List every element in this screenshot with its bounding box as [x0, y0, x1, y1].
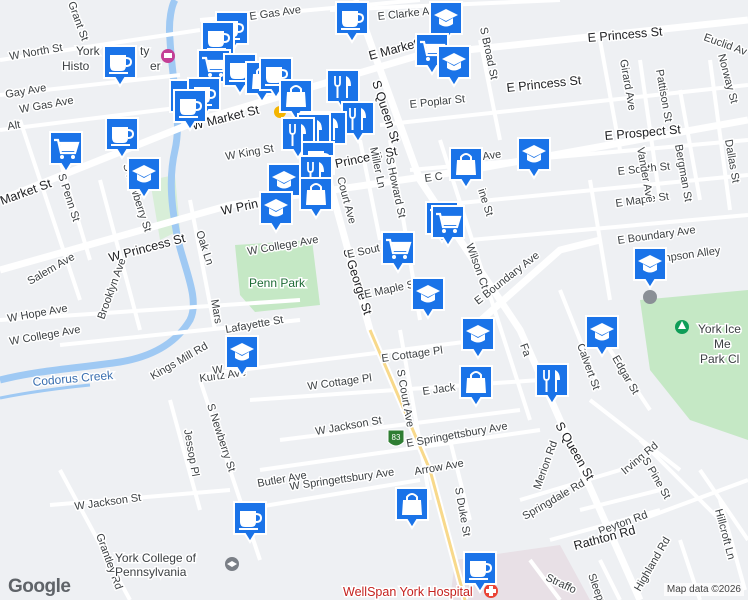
education-marker[interactable] — [126, 156, 162, 200]
coffee-marker[interactable] — [104, 116, 140, 160]
shopping-cart-icon — [50, 132, 82, 172]
marker-layer — [0, 0, 748, 600]
coffee-cup-icon — [464, 552, 496, 592]
shopping-cart-icon — [382, 232, 414, 272]
shopping-bag-icon — [450, 148, 482, 188]
coffee-cup-icon — [234, 502, 266, 542]
graduation-cap-icon — [412, 278, 444, 318]
graduation-cap-icon — [226, 336, 258, 376]
education-marker[interactable] — [258, 190, 294, 234]
coffee-marker[interactable] — [232, 500, 268, 544]
education-marker[interactable] — [632, 246, 668, 290]
graduation-cap-icon — [586, 316, 618, 356]
coffee-cup-icon — [174, 90, 206, 130]
grocery-marker[interactable] — [380, 230, 416, 274]
shopping-marker[interactable] — [448, 146, 484, 190]
education-marker[interactable] — [410, 276, 446, 320]
grocery-marker[interactable] — [430, 204, 466, 248]
shopping-cart-icon — [432, 206, 464, 246]
education-marker[interactable] — [584, 314, 620, 358]
coffee-cup-icon — [104, 46, 136, 86]
education-marker[interactable] — [436, 44, 472, 88]
coffee-marker[interactable] — [334, 0, 370, 44]
graduation-cap-icon — [462, 318, 494, 358]
coffee-marker[interactable] — [102, 44, 138, 88]
shopping-bag-icon — [396, 488, 428, 528]
google-logo: Google — [8, 576, 71, 597]
coffee-marker[interactable] — [172, 88, 208, 132]
map-attribution[interactable]: Map data ©2026 — [663, 583, 744, 596]
graduation-cap-icon — [260, 192, 292, 232]
graduation-cap-icon — [438, 46, 470, 86]
coffee-marker[interactable] — [462, 550, 498, 594]
grocery-marker[interactable] — [48, 130, 84, 174]
graduation-cap-icon — [518, 138, 550, 178]
coffee-cup-icon — [106, 118, 138, 158]
shopping-bag-icon — [300, 178, 332, 218]
restaurant-marker[interactable] — [534, 362, 570, 406]
coffee-cup-icon — [336, 2, 368, 42]
shopping-bag-icon — [460, 366, 492, 406]
education-marker[interactable] — [460, 316, 496, 360]
fork-knife-icon — [536, 364, 568, 404]
shopping-marker[interactable] — [298, 176, 334, 220]
education-marker[interactable] — [224, 334, 260, 378]
shopping-marker[interactable] — [458, 364, 494, 408]
graduation-cap-icon — [634, 248, 666, 288]
graduation-cap-icon — [128, 158, 160, 198]
education-marker[interactable] — [516, 136, 552, 180]
shopping-marker[interactable] — [394, 486, 430, 530]
